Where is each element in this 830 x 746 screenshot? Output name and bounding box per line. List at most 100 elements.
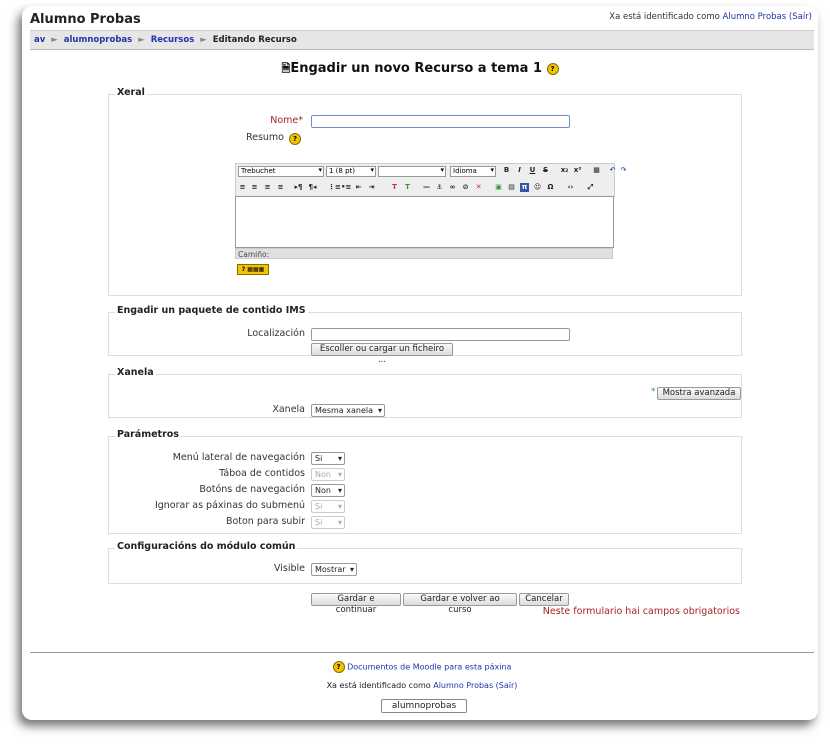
site-title: Alumno Probas [30,12,141,27]
legend-general: Xeral [115,87,147,98]
summary-help-icon[interactable]: ? [289,133,301,145]
footer-divider [30,652,814,653]
choose-file-button[interactable]: Escoller ou cargar un ficheiro ... [311,343,453,365]
size-select[interactable]: 1 (8 pt) [326,166,376,177]
language-select[interactable]: Idioma [450,166,496,177]
page-title: 🗎Engadir un novo Recurso a tema 1 ? [22,60,818,79]
login-info: Xa está identificado como Alumno Probas … [609,12,812,22]
link-icon[interactable]: ∞ [448,183,457,192]
window-label: Xanela [272,404,305,415]
align-left-icon[interactable]: ≡ [238,183,247,192]
logout-link[interactable]: (Saír) [789,12,812,22]
location-input[interactable] [311,328,570,341]
source-icon[interactable]: ‹› [566,183,575,192]
save-return-button[interactable]: Gardar e volver ao curso [403,593,517,615]
align-justify-icon[interactable]: ≡ [276,183,285,192]
tex-icon[interactable]: π [520,183,529,192]
name-input[interactable] [311,115,570,128]
param-label-nav-buttons: Botóns de navegación [199,484,305,495]
legend-ims: Engadir un paquete de contido IMS [115,305,308,316]
fieldset-general: Xeral Nome* Resumo ? Trebuchet 1 (8 pt) … [108,87,742,296]
indent-icon[interactable]: ⇥ [367,183,376,192]
footer-logout-link[interactable]: (Saír) [496,681,518,690]
fieldset-common: Configuracións do módulo común Visible M… [108,541,742,584]
footer-user-link[interactable]: Alumno Probas [433,681,493,690]
superscript-icon[interactable]: x² [573,166,582,175]
html-editor: Trebuchet 1 (8 pt) Idioma B I U S x₂ x² … [235,163,626,275]
param-label-skip-submenu: Ignorar as páxinas do submenú [154,500,305,511]
subscript-icon[interactable]: x₂ [560,166,569,175]
ordered-list-icon[interactable]: ⋮≡ [328,183,341,192]
strikethrough-icon[interactable]: S [541,166,550,175]
table-icon[interactable]: ▤ [507,183,516,192]
editor-path-bar: Camiño: [235,248,613,259]
visible-label: Visible [273,563,305,574]
docs-help-icon: ? [332,661,345,673]
footer-docs: ? Documentos de Moodle para esta páxina [30,661,814,673]
param-select-up-button: Si [311,516,345,529]
bold-icon[interactable]: B [502,166,511,175]
save-continue-button[interactable]: Gardar e continuar [311,593,401,615]
legend-common: Configuracións do módulo común [115,541,298,552]
align-right-icon[interactable]: ≡ [263,183,272,192]
fieldset-window: Xanela * Mostra avanzada Xanela Mesma xa… [108,367,742,418]
background-color-icon[interactable]: T [403,183,412,192]
underline-icon[interactable]: U [528,166,537,175]
breadcrumb: av ► alumnoprobas ► Recursos ► Editando … [30,30,814,50]
breadcrumb-separator-icon: ► [51,35,58,45]
show-advanced-button[interactable]: Mostra avanzada [657,387,741,400]
editor-textarea[interactable] [235,196,614,248]
resource-icon: 🗎 [281,62,291,75]
fieldset-parameters: Parámetros Menú lateral de navegación Si… [108,429,742,534]
param-select-toc: Non [311,468,345,481]
image-icon[interactable]: ▣ [494,183,503,192]
fullscreen-icon[interactable]: ⤢ [586,183,595,192]
style-select[interactable] [378,166,446,177]
param-select-nav-menu[interactable]: Si [311,452,345,465]
editor-help-icon[interactable]: ? ▦▦▦ [237,264,269,275]
help-icon[interactable]: ? [546,62,559,75]
breadcrumb-course[interactable]: alumnoprobas [64,35,132,45]
cancel-button[interactable]: Cancelar [519,593,569,606]
location-label: Localización [247,328,305,339]
ltr-icon[interactable]: ▸¶ [294,183,303,192]
param-label-nav-menu: Menú lateral de navegación [172,452,305,463]
param-select-nav-buttons[interactable]: Non [311,484,345,497]
page-frame: Alumno Probas Xa está identificado como … [22,6,818,720]
visible-select[interactable]: Mostrar [311,563,357,576]
fieldset-ims: Engadir un paquete de contido IMS Locali… [108,305,742,365]
italic-icon[interactable]: I [515,166,524,175]
breadcrumb-separator-icon: ► [138,35,145,45]
nolink-icon[interactable]: ✕ [474,183,483,192]
unlink-icon[interactable]: ⊘ [461,183,470,192]
special-char-icon[interactable]: Ω [546,183,555,192]
name-label: Nome* [270,115,303,126]
param-label-up-button: Boton para subir [225,516,305,527]
legend-window: Xanela [115,367,156,378]
window-select[interactable]: Mesma xanela [311,404,385,417]
param-select-skip-submenu: Si [311,500,345,513]
breadcrumb-av[interactable]: av [34,35,45,45]
text-color-icon[interactable]: T [390,183,399,192]
login-user-link[interactable]: Alumno Probas [723,12,787,22]
redo-icon[interactable]: ↷ [619,166,628,175]
horizontal-rule-icon[interactable]: — [422,183,431,192]
outdent-icon[interactable]: ⇤ [354,183,363,192]
align-center-icon[interactable]: ≡ [250,183,259,192]
smiley-icon[interactable]: ☺ [533,183,542,192]
editor-toolbar: Trebuchet 1 (8 pt) Idioma B I U S x₂ x² … [235,163,626,197]
legend-parameters: Parámetros [115,429,181,440]
moodle-docs-link[interactable]: Documentos de Moodle para esta páxina [347,663,511,672]
font-select[interactable]: Trebuchet [238,166,324,177]
course-home-button[interactable]: alumnoprobas [381,699,467,713]
footer-login-info: Xa está identificado como Alumno Probas … [326,681,518,690]
rtl-icon[interactable]: ¶◂ [308,183,317,192]
clean-icon[interactable]: ▦ [592,166,601,175]
breadcrumb-resources[interactable]: Recursos [151,35,195,45]
unordered-list-icon[interactable]: •≡ [341,183,351,192]
advanced-required-mark: * [651,387,656,397]
anchor-icon[interactable]: ⚓ [435,183,444,192]
required-fields-note: Neste formulario hai campos obrigatorios [542,606,740,617]
undo-icon[interactable]: ↶ [608,166,617,175]
summary-label: Resumo [245,132,284,143]
